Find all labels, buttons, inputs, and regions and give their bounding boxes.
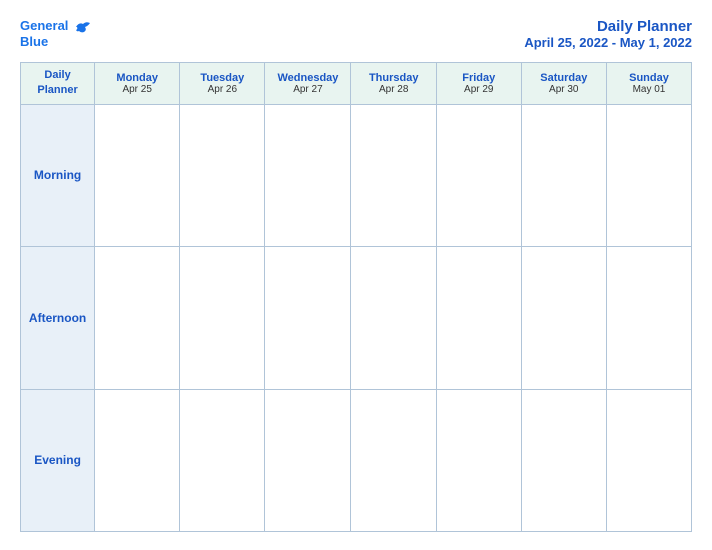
- header-row: Daily Planner MondayApr 25TuesdayApr 26W…: [21, 63, 692, 105]
- cell-1-4: [436, 247, 521, 389]
- row-label-2: Evening: [21, 389, 95, 531]
- date-range: April 25, 2022 - May 1, 2022: [524, 35, 692, 50]
- table-body: MorningAfternoonEvening: [21, 104, 692, 531]
- cell-1-6: [606, 247, 691, 389]
- cell-0-3: [351, 104, 436, 246]
- cell-0-2: [265, 104, 351, 246]
- header-day-5: SaturdayApr 30: [521, 63, 606, 105]
- cell-0-1: [180, 104, 265, 246]
- cell-0-5: [521, 104, 606, 246]
- logo-bird-icon: [74, 20, 92, 34]
- cell-2-0: [95, 389, 180, 531]
- header-first-col: Daily Planner: [21, 63, 95, 105]
- logo-area: General Blue: [20, 18, 92, 49]
- header-day-1: TuesdayApr 26: [180, 63, 265, 105]
- cell-2-4: [436, 389, 521, 531]
- table-row-0: Morning: [21, 104, 692, 246]
- cell-2-3: [351, 389, 436, 531]
- cell-1-2: [265, 247, 351, 389]
- logo-text: General: [20, 18, 92, 34]
- table-row-2: Evening: [21, 389, 692, 531]
- cell-2-1: [180, 389, 265, 531]
- page-title: Daily Planner: [524, 18, 692, 35]
- table-row-1: Afternoon: [21, 247, 692, 389]
- logo-blue-text: Blue: [20, 34, 48, 50]
- cell-1-3: [351, 247, 436, 389]
- table-header: Daily Planner MondayApr 25TuesdayApr 26W…: [21, 63, 692, 105]
- logo-general: General: [20, 18, 68, 33]
- cell-2-2: [265, 389, 351, 531]
- header-day-0: MondayApr 25: [95, 63, 180, 105]
- cell-1-5: [521, 247, 606, 389]
- cell-0-4: [436, 104, 521, 246]
- title-area: Daily Planner April 25, 2022 - May 1, 20…: [524, 18, 692, 50]
- cell-1-1: [180, 247, 265, 389]
- cell-0-0: [95, 104, 180, 246]
- row-label-0: Morning: [21, 104, 95, 246]
- cell-2-6: [606, 389, 691, 531]
- header-day-6: SundayMay 01: [606, 63, 691, 105]
- header-day-4: FridayApr 29: [436, 63, 521, 105]
- page-header: General Blue Daily Planner April 25, 202…: [20, 18, 692, 50]
- row-label-1: Afternoon: [21, 247, 95, 389]
- planner-table: Daily Planner MondayApr 25TuesdayApr 26W…: [20, 62, 692, 532]
- cell-1-0: [95, 247, 180, 389]
- cell-0-6: [606, 104, 691, 246]
- cell-2-5: [521, 389, 606, 531]
- header-day-2: WednesdayApr 27: [265, 63, 351, 105]
- header-day-3: ThursdayApr 28: [351, 63, 436, 105]
